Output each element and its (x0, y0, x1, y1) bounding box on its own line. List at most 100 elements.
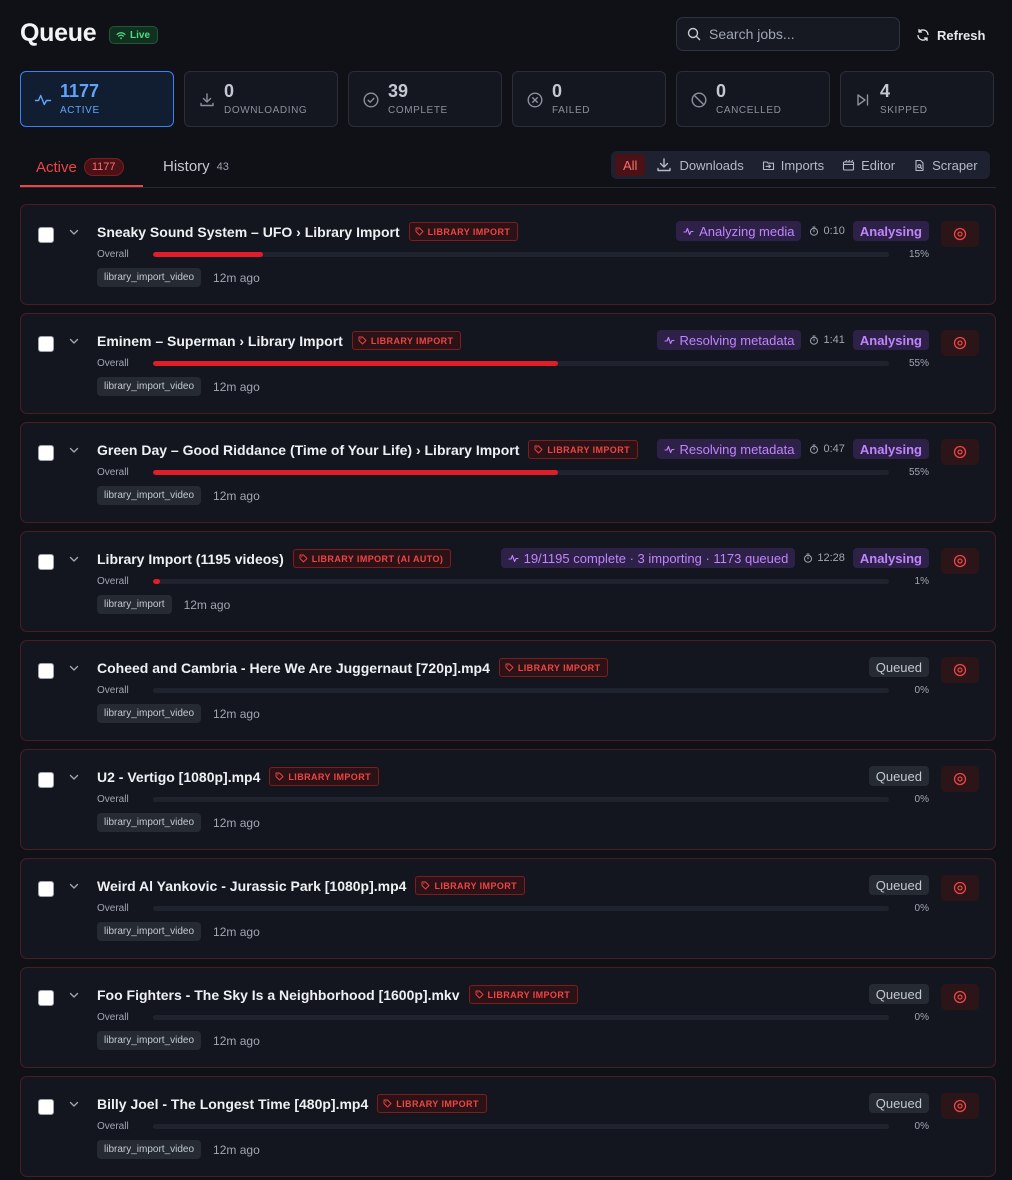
job-select-checkbox[interactable] (38, 227, 54, 243)
job-select-checkbox[interactable] (38, 663, 54, 679)
cancel-job-button[interactable] (941, 984, 979, 1010)
job-meta: library_import_video 12m ago (97, 268, 260, 287)
stop-circle-icon (953, 663, 967, 677)
stat-card-complete[interactable]: 39 COMPLETE (348, 71, 502, 127)
stat-card-downloading[interactable]: 0 DOWNLOADING (184, 71, 338, 127)
page-title: Queue (20, 19, 97, 47)
overall-label: Overall (97, 1121, 129, 1132)
tab-active-label: Active (36, 158, 77, 176)
job-select-checkbox[interactable] (38, 990, 54, 1006)
job-select-checkbox[interactable] (38, 445, 54, 461)
job-meta: library_import_video 12m ago (97, 486, 260, 505)
tag-icon (421, 881, 430, 890)
job-card: Foo Fighters - The Sky Is a Neighborhood… (20, 967, 996, 1068)
job-status-group: 19/1195 complete · 3 importing · 1173 qu… (500, 548, 929, 568)
chevron-down-icon[interactable] (67, 770, 81, 784)
filter-downloads[interactable]: Downloads (647, 154, 751, 176)
job-select-checkbox[interactable] (38, 1099, 54, 1115)
job-status-group: Resolving metadata 1:41 Analysing (656, 330, 929, 350)
progress-bar (153, 1124, 889, 1129)
job-type-tag: LIBRARY IMPORT (269, 767, 379, 786)
stop-circle-icon (953, 445, 967, 459)
job-type-tag: LIBRARY IMPORT (415, 876, 526, 895)
job-phase: Analyzing media (676, 221, 802, 241)
tag-icon (383, 1099, 392, 1108)
overall-label: Overall (97, 249, 129, 260)
tab-history-label: History (163, 158, 210, 175)
chevron-down-icon[interactable] (67, 879, 81, 893)
job-kind-badge: library_import_video (97, 486, 202, 505)
filter-all[interactable]: All (615, 154, 646, 176)
cancel-job-button[interactable] (941, 875, 979, 901)
progress-percent: 55% (908, 358, 929, 369)
filter-imports[interactable]: Imports (754, 154, 832, 176)
chevron-down-icon[interactable] (67, 334, 81, 348)
x-circle-icon (526, 91, 544, 109)
tab-history[interactable]: History 43 (163, 158, 229, 175)
job-tag-label: LIBRARY IMPORT (370, 335, 454, 346)
chevron-down-icon[interactable] (67, 661, 81, 675)
cancel-job-button[interactable] (941, 221, 979, 247)
job-timer: 0:47 (809, 443, 845, 455)
job-meta: library_import_video 12m ago (97, 377, 260, 396)
job-title: Billy Joel - The Longest Time [480p].mp4 (97, 1095, 369, 1112)
chevron-down-icon[interactable] (67, 443, 81, 457)
chevron-down-icon[interactable] (67, 988, 81, 1002)
job-title: U2 - Vertigo [1080p].mp4 (97, 768, 261, 785)
filter-scraper[interactable]: Scraper (905, 154, 986, 176)
progress-bar (153, 688, 889, 693)
stat-card-skipped[interactable]: 4 SKIPPED (840, 71, 994, 127)
cancel-job-button[interactable] (941, 657, 979, 683)
job-timer-value: 0:47 (823, 443, 845, 455)
overall-label: Overall (97, 903, 129, 914)
stat-card-active[interactable]: 1177 ACTIVE (20, 71, 174, 127)
job-select-checkbox[interactable] (38, 336, 54, 352)
job-title-row: Coheed and Cambria - Here We Are Juggern… (97, 658, 609, 677)
chevron-down-icon[interactable] (67, 1097, 81, 1111)
stat-card-failed[interactable]: 0 FAILED (512, 71, 666, 127)
stat-value: 4 (880, 81, 891, 101)
refresh-button[interactable]: Refresh (916, 24, 985, 46)
job-kind-badge: library_import (97, 595, 172, 614)
chevron-down-icon[interactable] (67, 225, 81, 239)
job-title: Library Import (1195 videos) (97, 550, 284, 567)
stat-label: COMPLETE (388, 105, 448, 116)
download-icon (198, 91, 216, 109)
tab-active[interactable]: Active 1177 (36, 158, 124, 176)
job-age: 12m ago (213, 815, 260, 830)
job-type-tag: LIBRARY IMPORT (468, 985, 579, 1004)
job-tag-label: LIBRARY IMPORT (288, 771, 371, 782)
tag-icon (475, 990, 484, 999)
job-title-row: Weird Al Yankovic - Jurassic Park [1080p… (97, 876, 526, 895)
filter-editor[interactable]: Editor (834, 154, 903, 176)
job-select-checkbox[interactable] (38, 554, 54, 570)
job-select-checkbox[interactable] (38, 881, 54, 897)
stat-label: ACTIVE (60, 105, 100, 116)
chevron-down-icon[interactable] (67, 552, 81, 566)
overall-label: Overall (97, 794, 129, 805)
cancel-job-button[interactable] (941, 330, 979, 356)
cancel-job-button[interactable] (941, 1093, 979, 1119)
search-input[interactable] (709, 26, 889, 42)
job-status-group: Queued (868, 1093, 929, 1113)
tag-icon (299, 554, 308, 563)
stat-card-cancelled[interactable]: 0 CANCELLED (676, 71, 830, 127)
search-box[interactable] (676, 17, 900, 51)
stop-circle-icon (953, 772, 967, 786)
progress-bar (153, 361, 889, 366)
cancel-job-button[interactable] (941, 766, 979, 792)
film-editor-icon (842, 159, 855, 172)
job-title-row: U2 - Vertigo [1080p].mp4 LIBRARY IMPORT (97, 767, 379, 786)
cancel-job-button[interactable] (941, 439, 979, 465)
activity-icon (34, 91, 52, 109)
cancel-job-button[interactable] (941, 548, 979, 574)
live-badge: Live (109, 26, 159, 44)
job-type-tag: LIBRARY IMPORT (377, 1094, 487, 1113)
job-type-tag: LIBRARY IMPORT (351, 331, 462, 350)
stat-value: 0 (552, 81, 563, 101)
tag-icon (505, 663, 514, 672)
job-select-checkbox[interactable] (38, 772, 54, 788)
job-status-group: Analyzing media 0:10 Analysing (676, 221, 929, 241)
job-phase: Resolving metadata (656, 330, 802, 350)
timer-icon (809, 226, 819, 236)
